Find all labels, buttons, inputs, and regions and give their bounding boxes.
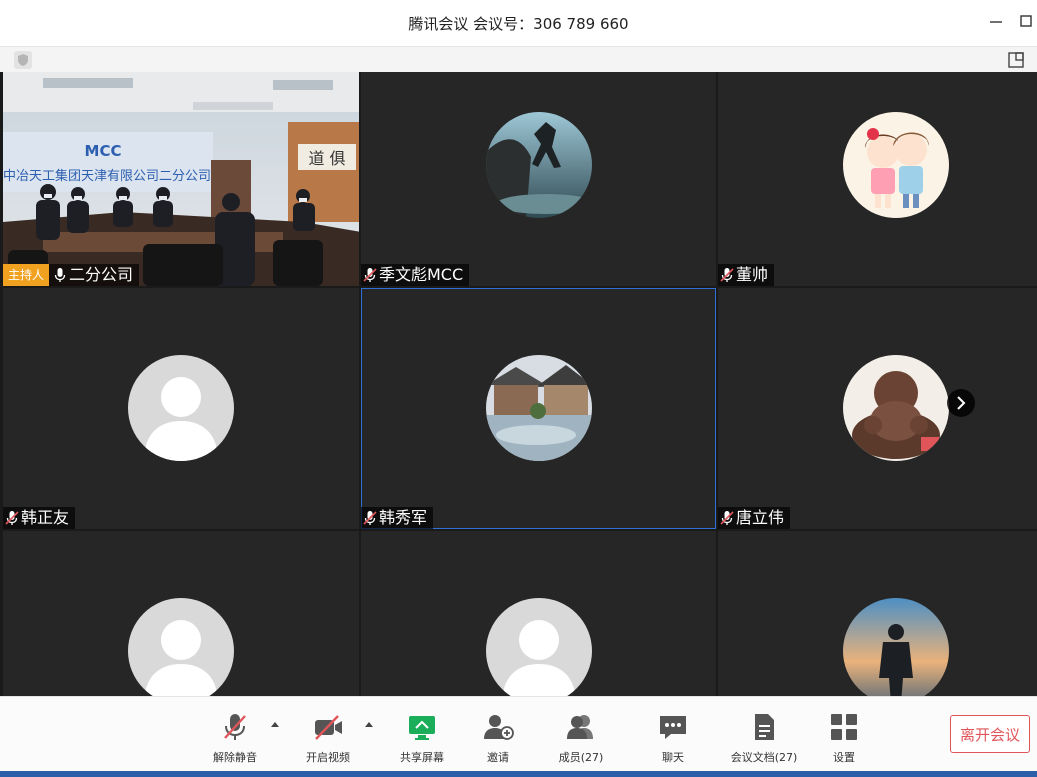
participant-name: 董帅 bbox=[736, 265, 769, 284]
invite-button[interactable]: 邀请 bbox=[458, 707, 538, 769]
mic-muted-icon bbox=[224, 714, 246, 740]
document-icon bbox=[755, 714, 774, 740]
participant-tile-1[interactable]: 道 俱 MCC 中冶天工集团天津有限公司二分公司 主持人 二分公司 bbox=[3, 72, 359, 286]
next-page-icon[interactable] bbox=[947, 389, 975, 417]
minimize-icon[interactable] bbox=[987, 12, 1005, 30]
meeting-docs-label: 会议文档(27) bbox=[730, 751, 798, 764]
participant-name-tag: 韩秀军 bbox=[361, 507, 434, 529]
title-bar: 腾讯会议 会议号：306 789 660 bbox=[0, 0, 1037, 47]
settings-label: 设置 bbox=[833, 751, 855, 764]
avatar-image bbox=[486, 112, 592, 218]
participant-tile-3[interactable]: 董帅 bbox=[718, 72, 1037, 286]
window-title: 腾讯会议 会议号：306 789 660 bbox=[408, 15, 629, 33]
unmute-button[interactable]: 解除静音 bbox=[195, 707, 275, 769]
participant-name: 二分公司 bbox=[69, 265, 134, 284]
window-bottom-edge bbox=[0, 771, 1037, 777]
invite-label: 邀请 bbox=[487, 751, 509, 764]
calligraphy-text: 道 俱 bbox=[308, 149, 345, 168]
maximize-icon[interactable] bbox=[1017, 12, 1035, 30]
participant-name-tag: 季文彪MCC bbox=[361, 264, 470, 286]
mic-muted-icon bbox=[363, 511, 377, 525]
members-button[interactable]: 成员(27) bbox=[541, 707, 621, 769]
participant-tile-9[interactable] bbox=[718, 531, 1037, 696]
participant-tile-8[interactable] bbox=[361, 531, 716, 696]
camera-off-icon bbox=[315, 715, 342, 740]
participant-tile-5[interactable]: 韩秀军 bbox=[361, 288, 716, 529]
mic-muted-icon bbox=[720, 511, 734, 525]
participant-name: 季文彪MCC bbox=[379, 265, 464, 284]
participant-tile-2[interactable]: 季文彪MCC bbox=[361, 72, 716, 286]
video-grid: 道 俱 MCC 中冶天工集团天津有限公司二分公司 主持人 二分公司 季文彪MCC… bbox=[0, 72, 1037, 696]
settings-button[interactable]: 设置 bbox=[804, 707, 884, 769]
caret-up-icon[interactable] bbox=[364, 719, 374, 729]
participant-name: 唐立伟 bbox=[736, 508, 785, 527]
leave-meeting-button[interactable]: 离开会议 bbox=[950, 715, 1030, 753]
share-screen-label: 共享屏幕 bbox=[400, 751, 444, 764]
chat-label: 聊天 bbox=[662, 751, 684, 764]
start-video-button[interactable]: 开启视频 bbox=[288, 707, 368, 769]
participant-tile-7[interactable] bbox=[3, 531, 359, 696]
default-avatar-icon bbox=[128, 598, 234, 696]
participant-name-tag: 韩正友 bbox=[3, 507, 76, 529]
mic-icon bbox=[54, 268, 66, 282]
participant-tile-4[interactable]: 韩正友 bbox=[3, 288, 359, 529]
default-avatar-icon bbox=[128, 355, 234, 461]
settings-grid-icon bbox=[831, 714, 857, 740]
chat-icon bbox=[660, 716, 686, 739]
caret-up-icon[interactable] bbox=[270, 719, 280, 729]
participant-name-tag: 董帅 bbox=[718, 264, 775, 286]
share-screen-icon bbox=[409, 716, 435, 740]
participant-name-tag: 主持人 二分公司 bbox=[3, 264, 140, 286]
unmute-label: 解除静音 bbox=[213, 751, 257, 764]
mic-muted-icon bbox=[5, 511, 19, 525]
default-avatar-icon bbox=[486, 598, 592, 696]
chat-button[interactable]: 聊天 bbox=[633, 707, 713, 769]
participant-name: 韩秀军 bbox=[379, 508, 428, 527]
layout-toggle-icon[interactable] bbox=[1007, 51, 1025, 69]
shield-icon[interactable] bbox=[14, 51, 32, 69]
logo-text: MCC bbox=[85, 142, 122, 160]
banner-text: 中冶天工集团天津有限公司二分公司 bbox=[3, 168, 211, 184]
participant-name: 韩正友 bbox=[21, 508, 70, 527]
meeting-toolbar: 解除静音 开启视频 共享屏幕 邀请 成员(27) 聊天 会议文档(27) 设置 … bbox=[0, 696, 1037, 777]
meeting-window: 腾讯会议 会议号：306 789 660 道 俱 MCC 中冶天工集团天津有限公… bbox=[0, 0, 1037, 777]
add-user-icon bbox=[484, 715, 514, 740]
participant-tile-6[interactable]: 唐立伟 bbox=[718, 288, 1037, 529]
start-video-label: 开启视频 bbox=[306, 751, 350, 764]
mic-muted-icon bbox=[363, 268, 377, 282]
conference-room-video: 道 俱 MCC 中冶天工集团天津有限公司二分公司 bbox=[3, 72, 359, 286]
members-label: 成员(27) bbox=[558, 751, 604, 764]
avatar-image bbox=[843, 355, 949, 461]
participant-name-tag: 唐立伟 bbox=[718, 507, 791, 529]
info-strip bbox=[0, 47, 1037, 74]
avatar-image bbox=[486, 355, 592, 461]
avatar-image bbox=[843, 598, 949, 696]
mic-muted-icon bbox=[720, 268, 734, 282]
host-badge: 主持人 bbox=[3, 264, 50, 286]
avatar-image bbox=[843, 112, 949, 218]
share-screen-button[interactable]: 共享屏幕 bbox=[382, 707, 462, 769]
meeting-docs-button[interactable]: 会议文档(27) bbox=[724, 707, 804, 769]
members-icon bbox=[567, 715, 593, 739]
